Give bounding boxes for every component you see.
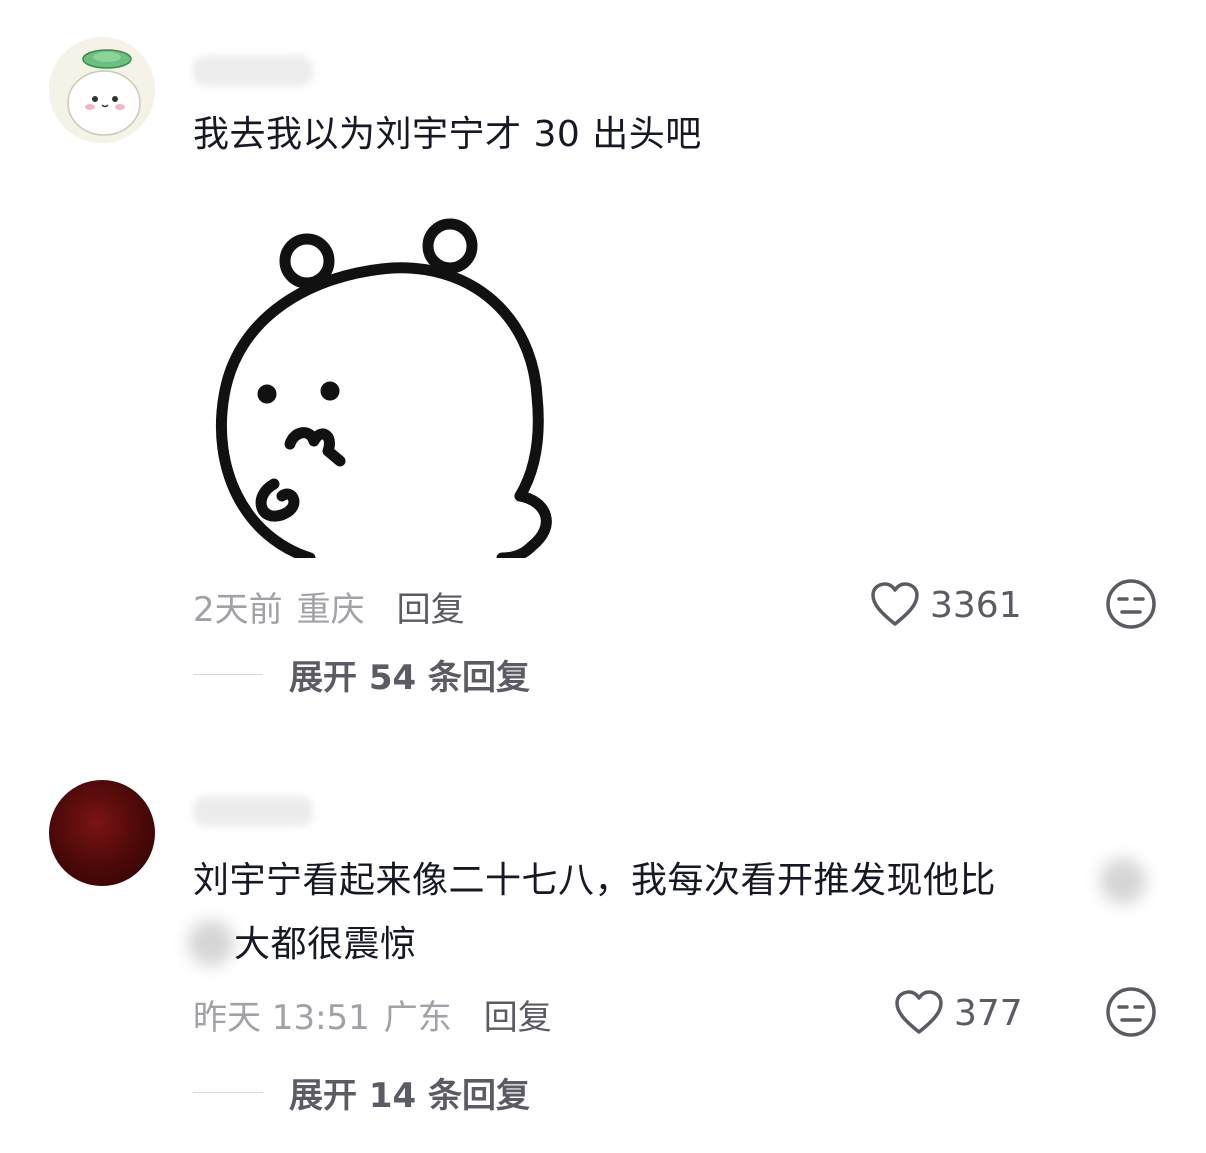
expand-replies-label: 展开 14 条回复 — [289, 1076, 530, 1116]
unamused-face-icon — [1106, 987, 1156, 1037]
avatar[interactable] — [49, 780, 155, 886]
comment-meta: 昨天 13:51 广东 回复 — [193, 990, 552, 1039]
username-blurred[interactable] — [193, 796, 313, 826]
heart-outline-icon — [895, 990, 943, 1034]
redacted-text — [188, 920, 234, 966]
redacted-text — [1100, 858, 1146, 904]
comment-text-line-2: 大都很震惊 — [234, 924, 417, 965]
comment-time: 昨天 13:51 — [193, 998, 370, 1038]
reply-button[interactable]: 回复 — [484, 990, 552, 1039]
dislike-button[interactable] — [1105, 986, 1157, 1038]
comment-text-line-1: 刘宇宁看起来像二十七八，我每次看开推发现他比 — [193, 860, 997, 901]
comment-item: 刘宇宁看起来像二十七八，我每次看开推发现他比 大都很震惊 昨天 13:51 广东… — [0, 0, 1206, 1153]
like-count: 377 — [954, 992, 1023, 1034]
comment-location: 广东 — [383, 998, 452, 1038]
divider-line — [193, 1091, 263, 1094]
expand-replies-button[interactable]: 展开 14 条回复 — [193, 1068, 530, 1117]
like-button[interactable]: 377 — [894, 990, 1023, 1036]
